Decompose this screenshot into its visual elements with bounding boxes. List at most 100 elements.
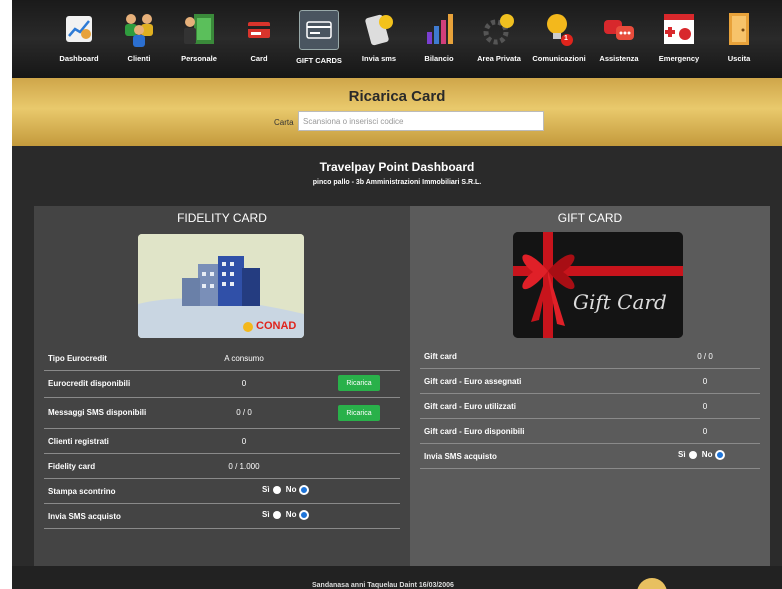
card-icon [240,10,278,48]
recharge-sms-button[interactable]: Ricarica [338,405,380,421]
toolbar-item-dashboard[interactable]: Dashboard [48,8,110,70]
row-messaggi-sms: Messaggi SMS disponibili 0 / 0 Ricarica [44,398,400,429]
recharge-eurocredit-button[interactable]: Ricarica [338,375,380,391]
radio-yes[interactable] [272,511,281,519]
row-value: A consumo [224,354,264,363]
radio-group: Sì No [262,485,312,495]
dashboard-icon [60,10,98,48]
row-euro-disponibili: Gift card - Euro disponibili 0 [420,419,760,444]
gift-card-panel: GIFT CARD Gift Card Gift card 0 / 0 Gift… [410,206,770,566]
toolbar-label: Personale [181,54,217,63]
communications-icon: 1 [540,10,578,48]
toolbar-item-bilancio[interactable]: Bilancio [408,8,470,70]
support-icon [600,10,638,48]
row-value: 0 [702,377,708,386]
row-gift-invia-sms: Invia SMS acquisto Sì No [420,444,760,469]
toolbar-item-area-privata[interactable]: Area Privata [468,8,530,70]
row-value: 0 / 0 [236,408,252,417]
card-field-label: Carta [274,118,294,127]
radio-yes-label: Sì [262,510,270,520]
row-gift-card: Gift card 0 / 0 [420,344,760,369]
footer-badge-icon [637,578,667,589]
toolbar-label: Clienti [127,54,151,63]
toolbar-label: Bilancio [424,54,454,63]
radio-group: Sì No [262,510,312,520]
row-label: Invia SMS acquisto [424,452,497,461]
footer-text: Sandanasa anni Taquelau Daint 16/03/2006 [312,582,454,589]
gift-card-image: Gift Card [513,232,683,338]
top-toolbar: Dashboard Clienti Personale Card GIFT CA… [12,0,782,78]
radio-no-selected[interactable] [715,450,726,460]
toolbar-item-invia-sms[interactable]: Invia sms [348,8,410,70]
row-label: Gift card - Euro disponibili [424,427,525,436]
toolbar-label: Assistenza [599,54,639,63]
radio-yes[interactable] [272,486,281,494]
toolbar-label: Area Privata [477,54,521,63]
banner-title: Ricarica Card [348,88,446,105]
toolbar-label: GIFT CARDS [296,56,342,65]
app-frame: Dashboard Clienti Personale Card GIFT CA… [12,0,782,589]
row-label: Messaggi SMS disponibili [48,408,147,417]
clients-icon [120,10,158,48]
row-euro-assegnati: Gift card - Euro assegnati 0 [420,369,760,394]
toolbar-label: Uscita [727,54,751,63]
page-subtitle: pinco pallo - 3b Amministrazioni Immobil… [312,179,482,186]
toolbar-item-clienti[interactable]: Clienti [108,8,170,70]
toolbar-item-card[interactable]: Card [228,8,290,70]
toolbar-item-uscita[interactable]: Uscita [708,8,770,70]
row-value: 0 / 0 [697,352,713,361]
row-euro-utilizzati: Gift card - Euro utilizzati 0 [420,394,760,419]
row-value: 0 / 1.000 [228,462,260,471]
radio-yes-label: Sì [262,485,270,495]
radio-group: Sì No [678,450,728,460]
gift-cards-icon [299,10,339,50]
toolbar-label: Comunicazioni [532,54,586,63]
radio-no-selected[interactable] [299,485,310,495]
private-area-icon [480,10,518,48]
radio-yes-label: Sì [678,450,686,460]
row-label: Tipo Eurocredit [48,354,107,363]
notification-badge: 1 [564,35,568,42]
balance-icon [420,10,458,48]
row-invia-sms-acquisto: Invia SMS acquisto Sì No [44,504,400,529]
dashboard-header: Travelpay Point Dashboard pinco pallo - … [12,146,782,200]
row-label: Gift card [424,352,457,361]
radio-no-label: No [285,485,297,495]
row-stampa-scontrino: Stampa scontrino Sì No [44,479,400,504]
toolbar-item-emergency[interactable]: Emergency [648,8,710,70]
staff-icon [180,10,218,48]
page-title: Travelpay Point Dashboard [319,160,475,174]
radio-yes[interactable] [688,451,697,459]
row-fidelity-card: Fidelity card 0 / 1.000 [44,454,400,479]
row-value: 0 [241,379,247,388]
gift-card-caption: Gift Card [573,290,667,314]
radio-no-selected[interactable] [299,510,310,520]
toolbar-item-personale[interactable]: Personale [168,8,230,70]
gift-card-title: GIFT CARD [557,211,623,225]
exit-icon [720,10,758,48]
row-label: Gift card - Euro assegnati [424,377,522,386]
row-label: Stampa scontrino [48,487,116,496]
toolbar-item-assistenza[interactable]: Assistenza [588,8,650,70]
radio-no-label: No [701,450,713,460]
row-label: Invia SMS acquisto [48,512,121,521]
emergency-icon [660,10,698,48]
row-value: 0 [702,427,708,436]
row-label: Clienti registrati [48,437,109,446]
row-tipo-eurocredit: Tipo Eurocredit A consumo [44,346,400,371]
toolbar-label: Emergency [658,54,700,63]
card-code-input[interactable] [298,111,544,131]
radio-no-label: No [285,510,297,520]
row-label: Gift card - Euro utilizzati [424,402,517,411]
toolbar-label: Card [250,54,268,63]
fidelity-card-panel: FIDELITY CARD CONAD Tipo Eurocredit A co… [34,206,410,566]
row-value: 0 [702,402,708,411]
toolbar-item-comunicazioni[interactable]: 1 Comunicazioni [528,8,590,70]
fidelity-card-image: CONAD [138,234,304,338]
row-label: Eurocredit disponibili [48,379,131,388]
toolbar-item-gift-cards[interactable]: GIFT CARDS [288,8,350,70]
recharge-card-banner: Ricarica Card Carta [12,78,782,146]
footer: Sandanasa anni Taquelau Daint 16/03/2006 [12,566,782,589]
row-clienti-registrati: Clienti registrati 0 [44,429,400,454]
row-eurocredit-disponibili: Eurocredit disponibili 0 Ricarica [44,371,400,398]
